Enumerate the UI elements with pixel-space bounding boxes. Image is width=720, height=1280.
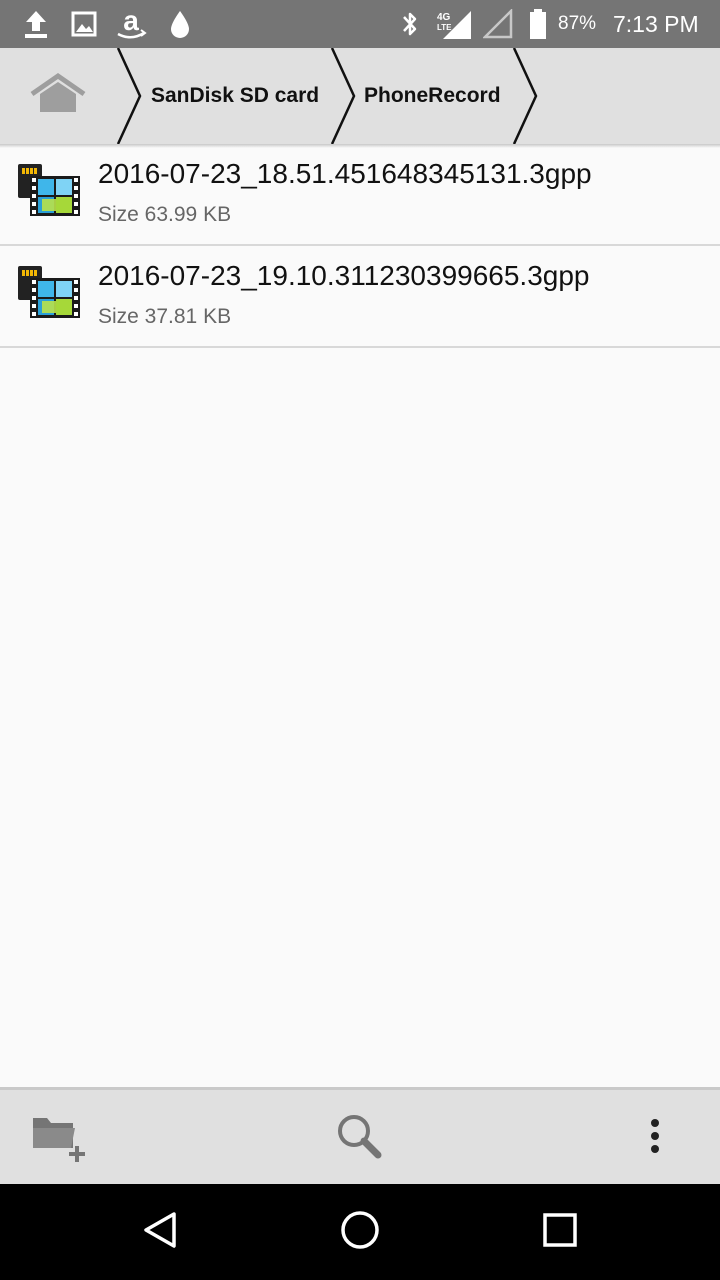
breadcrumb-home-button[interactable] xyxy=(14,66,102,126)
signal-4g-icon: 4G LTE xyxy=(435,8,473,40)
breadcrumb-separator xyxy=(116,48,142,144)
list-item[interactable]: 2016-07-23_18.51.451648345131.3gpp Size … xyxy=(0,144,720,246)
home-icon xyxy=(28,72,88,121)
clock: 7:13 PM xyxy=(613,11,699,37)
search-icon xyxy=(334,1111,384,1166)
breadcrumb: SanDisk SD card PhoneRecord xyxy=(0,48,720,144)
navigation-bar xyxy=(0,1184,720,1280)
new-folder-button[interactable] xyxy=(14,1100,104,1176)
file-name: 2016-07-23_18.51.451648345131.3gpp xyxy=(98,158,592,189)
nav-back-button[interactable] xyxy=(120,1202,200,1262)
image-icon xyxy=(70,8,98,40)
battery-icon xyxy=(526,8,550,40)
drop-icon xyxy=(166,8,194,40)
breadcrumb-item-phonerecord[interactable]: PhoneRecord xyxy=(364,48,501,144)
breadcrumb-item-sandisk[interactable]: SanDisk SD card xyxy=(151,48,319,144)
back-icon xyxy=(140,1210,180,1255)
search-button[interactable] xyxy=(314,1100,404,1176)
svg-text:a: a xyxy=(123,8,139,36)
amazon-icon: a xyxy=(113,8,149,40)
recents-icon xyxy=(541,1211,579,1254)
bottom-toolbar xyxy=(0,1087,720,1184)
more-options-button[interactable] xyxy=(610,1100,700,1176)
upload-icon xyxy=(22,8,50,40)
video-file-icon xyxy=(16,264,82,320)
video-file-icon xyxy=(16,162,82,218)
svg-text:4G: 4G xyxy=(437,12,451,23)
bluetooth-icon xyxy=(398,8,422,40)
breadcrumb-separator xyxy=(330,48,356,144)
breadcrumb-separator xyxy=(512,48,538,144)
nav-home-button[interactable] xyxy=(320,1202,400,1262)
svg-text:LTE: LTE xyxy=(437,23,452,32)
file-size: Size 63.99 KB xyxy=(98,203,232,226)
home-circle-icon xyxy=(339,1209,381,1256)
file-size: Size 37.81 KB xyxy=(98,305,232,328)
more-vert-icon xyxy=(649,1118,661,1159)
list-item[interactable]: 2016-07-23_19.10.311230399665.3gpp Size … xyxy=(0,246,720,348)
signal-empty-icon xyxy=(482,8,514,40)
file-name: 2016-07-23_19.10.311230399665.3gpp xyxy=(98,260,590,291)
battery-percent: 87% xyxy=(558,13,597,34)
status-bar: a 4G LTE 87% 7:13 PM xyxy=(0,0,720,48)
nav-recents-button[interactable] xyxy=(520,1202,600,1262)
new-folder-icon xyxy=(29,1110,89,1167)
